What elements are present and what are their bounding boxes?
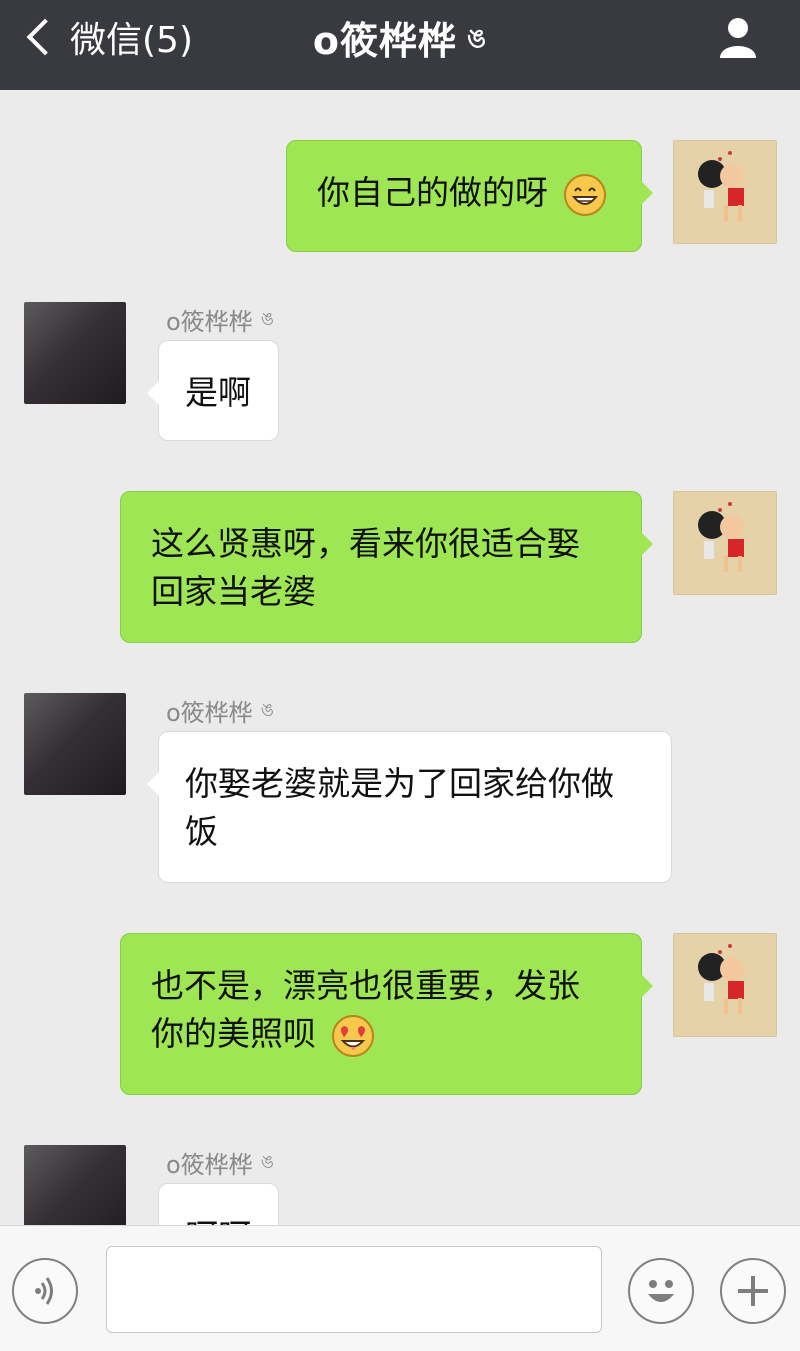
more-button[interactable] — [720, 1258, 786, 1324]
message-input[interactable] — [106, 1246, 602, 1333]
chat-title: o筱桦桦 — [312, 19, 458, 63]
message-bubble[interactable]: 也不是，漂亮也很重要，发张你的美照呗 — [120, 933, 653, 1095]
profile-icon[interactable] — [710, 10, 766, 66]
self-avatar[interactable] — [673, 933, 777, 1037]
page-title: o筱桦桦 ঙ — [0, 10, 800, 65]
sender-name: o筱桦桦 ঙ — [166, 699, 274, 727]
self-avatar[interactable] — [673, 491, 777, 595]
cartoon-avatar-icon — [674, 492, 776, 594]
message-text: 这么贤惠呀，看来你很适合娶回家当老婆 — [151, 524, 580, 611]
message-text: 呵呵 — [185, 1216, 251, 1225]
chat-area: 你自己的做的呀 o筱桦桦 ঙ 是啊 这么贤惠呀，看来你很适合娶回家当老婆 o筱桦… — [0, 90, 800, 1225]
voice-icon — [35, 1277, 53, 1305]
message-bubble[interactable]: 你娶老婆就是为了回家给你做饭 — [147, 731, 672, 883]
message-bubble[interactable]: 你自己的做的呀 — [286, 140, 653, 252]
title-mark: ঙ — [467, 23, 488, 54]
cartoon-avatar-icon — [674, 141, 776, 243]
sender-name: o筱桦桦 ঙ — [166, 1151, 274, 1179]
smile-icon — [648, 1280, 674, 1302]
message-bubble[interactable]: 呵呵 — [147, 1183, 279, 1225]
message-bubble[interactable]: 是啊 — [147, 340, 279, 441]
heart-eyes-emoji — [331, 1014, 374, 1057]
grinning-face-emoji — [563, 173, 606, 216]
self-avatar[interactable] — [673, 140, 777, 244]
message-text: 你娶老婆就是为了回家给你做饭 — [185, 764, 614, 851]
contact-avatar[interactable] — [24, 302, 126, 404]
top-navbar: 微信(5) o筱桦桦 ঙ — [0, 0, 800, 90]
contact-avatar[interactable] — [24, 693, 126, 795]
plus-icon — [738, 1276, 768, 1306]
sender-name: o筱桦桦 ঙ — [166, 308, 274, 336]
cartoon-avatar-icon — [674, 934, 776, 1036]
voice-button[interactable] — [12, 1258, 78, 1324]
contact-avatar[interactable] — [24, 1145, 126, 1225]
emoji-button[interactable] — [628, 1258, 694, 1324]
message-text: 你自己的做的呀 — [317, 173, 548, 212]
input-bar — [0, 1225, 800, 1351]
message-text: 是啊 — [185, 373, 251, 412]
message-bubble[interactable]: 这么贤惠呀，看来你很适合娶回家当老婆 — [120, 491, 653, 643]
